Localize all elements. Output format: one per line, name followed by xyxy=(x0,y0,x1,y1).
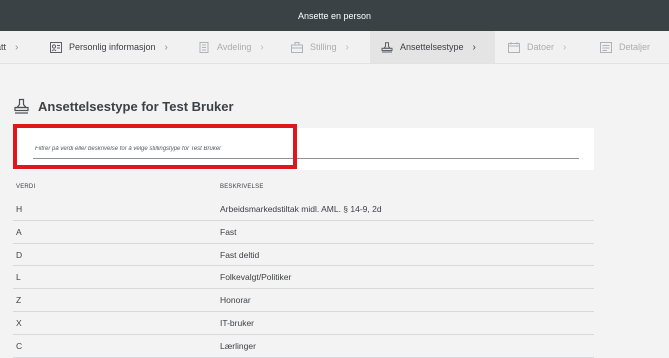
table-row[interactable]: L Folkevalgt/Politiker xyxy=(13,266,594,290)
filter-input[interactable] xyxy=(33,139,579,159)
step-dates[interactable]: Datoer › xyxy=(508,31,566,63)
app-title-bar: Ansette en person xyxy=(0,0,669,31)
step-employment-type[interactable]: Ansettelsestype › xyxy=(370,31,495,63)
cell-value: D xyxy=(16,249,23,260)
cell-description: Lærlinger xyxy=(220,340,256,351)
column-header-value: VERDI xyxy=(16,184,36,190)
calendar-icon xyxy=(508,41,520,53)
cell-value: H xyxy=(16,204,23,214)
cell-description: Fast deltid xyxy=(220,249,260,260)
step-details[interactable]: Detaljer xyxy=(600,31,650,63)
building-icon xyxy=(199,41,209,53)
table-row[interactable]: H Arbeidsmarkedstiltak midl. AML. § 14-9… xyxy=(13,198,594,221)
stamp-icon xyxy=(14,98,29,114)
cell-value: L xyxy=(16,272,21,283)
step-label: att xyxy=(0,42,7,52)
briefcase-icon xyxy=(291,41,303,53)
chevron-right-icon: › xyxy=(15,41,19,53)
step-position[interactable]: Stilling › xyxy=(291,31,349,63)
table-row[interactable]: C Lærlinger xyxy=(13,335,594,358)
chevron-right-icon: › xyxy=(472,41,476,53)
filter-panel xyxy=(13,128,594,170)
cell-value: X xyxy=(16,317,22,328)
table-row[interactable]: Z Honorar xyxy=(13,289,594,312)
chevron-right-icon: › xyxy=(563,41,567,53)
window-title: Ansette en person xyxy=(297,10,372,21)
cell-description: Arbeidsmarkedstiltak midl. AML. § 14-9, … xyxy=(220,204,382,214)
id-card-icon xyxy=(50,41,62,53)
step-personal-info[interactable]: Personlig informasjon › xyxy=(50,31,168,63)
step-label: Personlig informasjon xyxy=(69,42,156,52)
stamp-icon xyxy=(381,41,393,52)
cell-value: A xyxy=(16,226,22,237)
wizard-steps: att › Personlig informasjon › Avdeling ›… xyxy=(0,31,669,64)
page-title: Ansettelsestype for Test Bruker xyxy=(38,99,234,114)
step-label: Ansettelsestype xyxy=(400,42,464,52)
cell-value: Z xyxy=(16,295,22,306)
step-previous[interactable]: att › xyxy=(0,31,18,63)
cell-description: Honorar xyxy=(220,295,251,306)
step-department[interactable]: Avdeling › xyxy=(198,31,264,63)
step-label: Stilling xyxy=(310,42,337,52)
cell-value: C xyxy=(16,340,23,351)
table-row[interactable]: X IT-bruker xyxy=(13,312,594,335)
table-row[interactable]: D Fast deltid xyxy=(13,244,594,267)
page-heading: Ansettelsestype for Test Bruker xyxy=(13,98,234,115)
step-label: Avdeling xyxy=(217,42,252,52)
employment-type-table: H Arbeidsmarkedstiltak midl. AML. § 14-9… xyxy=(13,198,594,358)
chevron-right-icon: › xyxy=(164,41,168,53)
column-header-description: BESKRIVELSE xyxy=(220,184,264,190)
cell-description: Fast xyxy=(220,226,237,237)
cell-description: Folkevalgt/Politiker xyxy=(220,272,292,283)
details-icon xyxy=(600,41,612,53)
chevron-right-icon: › xyxy=(260,41,264,53)
cell-description: IT-bruker xyxy=(220,317,255,328)
step-label: Detaljer xyxy=(619,42,651,52)
step-label: Datoer xyxy=(527,42,555,52)
chevron-right-icon: › xyxy=(345,41,349,53)
table-row[interactable]: A Fast xyxy=(13,221,594,244)
